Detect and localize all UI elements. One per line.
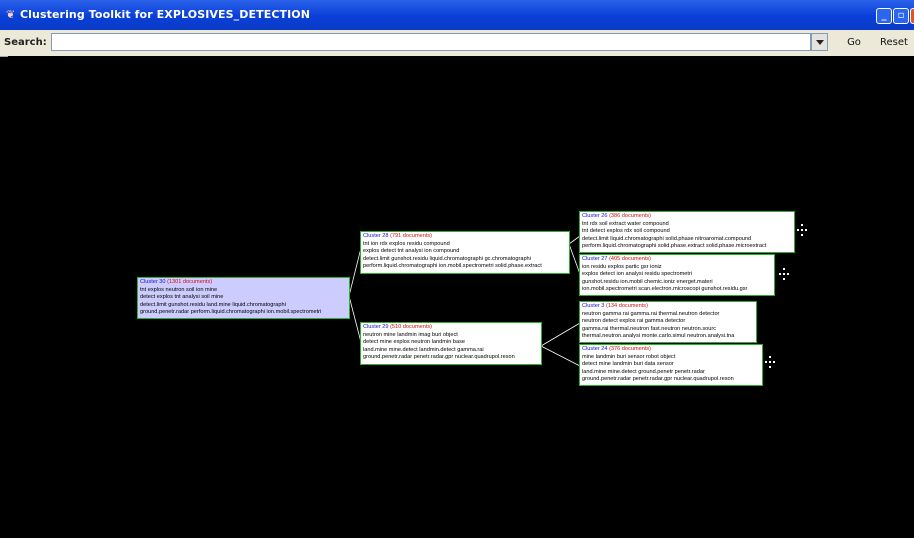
cluster-name: Cluster 27 [582,256,608,262]
go-button[interactable]: Go [840,33,868,52]
search-input[interactable] [51,33,811,51]
cluster-doc-count: (1301 documents) [167,279,213,285]
cluster-terms: detect.limit liquid.chromatographi solid… [582,235,752,242]
link-c29-c3 [540,322,581,347]
cluster-terms: ion residu explos partic gsr ioniz [582,263,662,270]
cluster-terms: ion.mobil.spectrometri scan.electron.mic… [582,286,748,292]
cluster-doc-count: (134 documents) [605,303,648,309]
search-dropdown-button[interactable] [811,33,828,51]
cluster-terms: explos detect ion analysi residu spectro… [582,271,693,277]
cluster-node-24[interactable]: Cluster 24 (376 documents) mine landmin … [579,344,763,386]
cluster-doc-count: (405 documents) [609,256,652,262]
search-toolbar: Search: Go Reset [0,30,914,57]
cluster-node-30[interactable]: Cluster 30 (1301 documents) tnt explos n… [137,277,350,319]
cluster-terms: gunshot.residu ion.mobil chemic.ioniz en… [582,278,713,285]
tree-expand-icon[interactable] [779,268,789,280]
cluster-terms: detect mine explos neutron landmin base [363,339,465,345]
title-bar: ❦ Clustering Toolkit for EXPLOSIVES_DETE… [0,0,914,30]
cluster-terms: detect explos tnt analysi soil mine [140,294,224,300]
cluster-doc-count: (510 documents) [390,324,433,330]
cluster-terms: neutron detect explos rai gamma detector [582,318,686,324]
cluster-name: Cluster 3 [582,303,605,309]
cluster-terms: gamma.rai thermal.neutron fast.neutron n… [582,325,717,332]
cluster-node-3[interactable]: Cluster 3 (134 documents) neutron gamma … [579,301,757,343]
cluster-terms: tnt rdx soil extract water compound [582,220,669,227]
cluster-tree-canvas[interactable]: Cluster 30 (1301 documents) tnt explos n… [8,56,914,538]
minimize-icon[interactable]: _ [876,8,892,24]
search-label: Search: [4,37,47,48]
cluster-terms: tnt ion rdx explos residu compound [363,240,450,247]
maximize-icon[interactable]: ▫ [893,8,909,24]
cluster-terms: ground.penetr.radar penetr.radar.gpr nuc… [582,376,734,382]
app-icon[interactable]: ❦ [6,9,15,21]
chevron-down-icon [816,40,824,45]
cluster-terms: mine landmin buri sensor robot object [582,353,676,360]
cluster-name: Cluster 28 [363,233,389,239]
cluster-terms: tnt detect explos rdx soil compound [582,228,670,234]
window-title: Clustering Toolkit for EXPLOSIVES_DETECT… [20,8,311,21]
cluster-terms: neutron gamma rai gamma.rai thermal.neut… [582,310,720,317]
cluster-terms: perform.liquid.chromatographi solid.phas… [582,243,767,249]
cluster-terms: tnt explos neutron soil ion mine [140,286,218,293]
tree-expand-icon[interactable] [765,356,775,368]
cluster-terms: perform.liquid.chromatographi ion.mobil.… [363,263,542,269]
cluster-node-29[interactable]: Cluster 29 (510 documents) neutron mine … [360,322,542,365]
cluster-node-27[interactable]: Cluster 27 (405 documents) ion residu ex… [579,254,775,296]
cluster-terms: detect.limit gunshot.residu land.mine li… [140,301,286,308]
close-icon[interactable] [910,8,914,24]
cluster-terms: thermal.neutron.analysi monte.carlo.simu… [582,333,735,339]
cluster-terms: detect.limit gunshot.residu liquid.chrom… [363,255,531,262]
cluster-name: Cluster 30 [140,279,166,285]
cluster-terms: explos detect tnt analysi ion compound [363,248,460,254]
cluster-terms: detect mine landmin buri data sensor [582,361,674,367]
reset-button[interactable]: Reset [874,33,914,52]
tree-expand-icon[interactable] [797,224,807,236]
cluster-terms: land.mine mine.detect landmin.detect gam… [363,346,484,353]
cluster-name: Cluster 24 [582,346,608,352]
cluster-terms: ground.penetr.radar perform.liquid.chrom… [140,309,322,315]
cluster-doc-count: (386 documents) [609,213,652,219]
cluster-doc-count: (376 documents) [609,346,652,352]
cluster-node-28[interactable]: Cluster 28 (791 documents) tnt ion rdx e… [360,231,570,274]
cluster-name: Cluster 29 [363,324,389,330]
cluster-terms: land.mine mine.detect ground.penetr pene… [582,368,705,375]
cluster-terms: ground.penetr.radar penetr.radar.gpr nuc… [363,354,515,360]
cluster-terms: neutron mine landmin imag buri object [363,331,458,338]
cluster-name: Cluster 26 [582,213,608,219]
link-c29-c24 [540,345,581,367]
cluster-node-26[interactable]: Cluster 26 (386 documents) tnt rdx soil … [579,211,795,253]
cluster-doc-count: (791 documents) [390,233,433,239]
